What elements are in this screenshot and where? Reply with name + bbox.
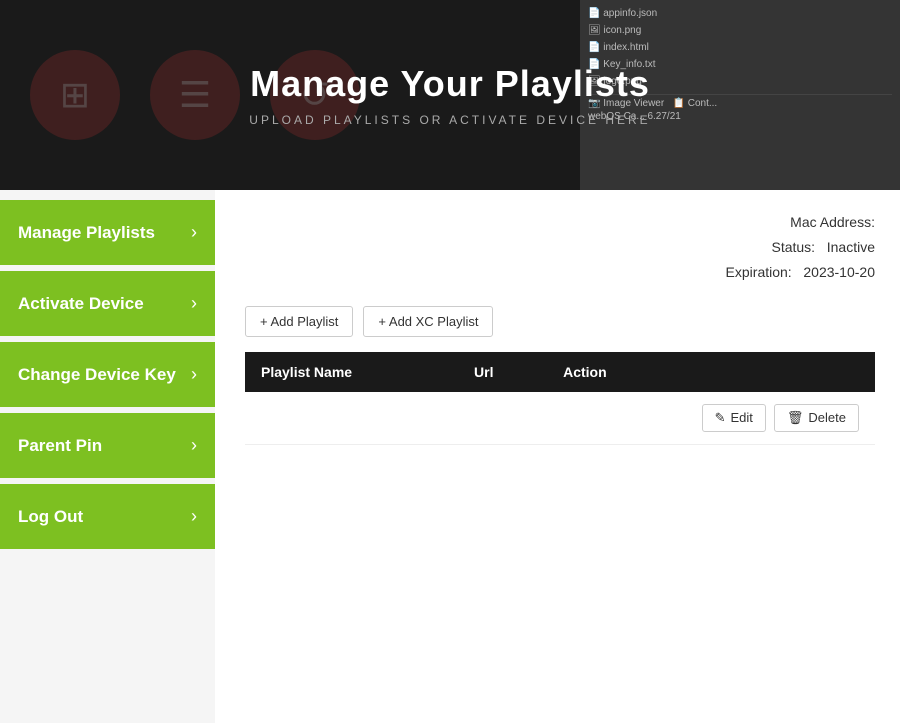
action-cell: ✎ Edit 🗑 Delete	[563, 404, 859, 432]
col-url: Url	[458, 352, 547, 392]
sidebar-label-change-device-key: Change Device Key	[18, 365, 176, 385]
expiration-line: Expiration: 2023-10-20	[245, 260, 875, 285]
trash-icon: 🗑	[787, 410, 804, 426]
content-area: Mac Address: Status: Inactive Expiration…	[215, 190, 900, 723]
chevron-right-icon: ›	[191, 506, 197, 527]
playlist-table: Playlist Name Url Action ✎ Edit	[245, 352, 875, 445]
mac-address-line: Mac Address:	[245, 210, 875, 235]
expiration-value: 2023-10-20	[803, 264, 875, 280]
action-buttons-row: + Add Playlist + Add XC Playlist	[245, 306, 875, 337]
header-icon-2: ☰	[150, 50, 240, 140]
chevron-right-icon: ›	[191, 435, 197, 456]
sidebar-item-change-device-key[interactable]: Change Device Key ›	[0, 342, 215, 407]
add-xc-playlist-button[interactable]: + Add XC Playlist	[363, 306, 493, 337]
chevron-right-icon: ›	[191, 222, 197, 243]
delete-button[interactable]: 🗑 Delete	[774, 404, 859, 432]
cell-action: ✎ Edit 🗑 Delete	[547, 392, 875, 445]
col-action: Action	[547, 352, 875, 392]
header-content: Manage Your Playlists UPLOAD PLAYLISTS O…	[249, 63, 650, 127]
edit-label: Edit	[731, 410, 753, 425]
sidebar-item-log-out[interactable]: Log Out ›	[0, 484, 215, 549]
status-line: Status: Inactive	[245, 235, 875, 260]
table-header-row: Playlist Name Url Action	[245, 352, 875, 392]
sidebar-item-activate-device[interactable]: Activate Device ›	[0, 271, 215, 336]
cell-url	[458, 392, 547, 445]
page-subtitle: UPLOAD PLAYLISTS OR ACTIVATE DEVICE HERE	[249, 113, 650, 127]
edit-button[interactable]: ✎ Edit	[702, 404, 766, 432]
delete-label: Delete	[808, 410, 846, 425]
expiration-label: Expiration:	[726, 264, 792, 280]
sidebar-item-parent-pin[interactable]: Parent Pin ›	[0, 413, 215, 478]
sidebar: Manage Playlists › Activate Device › Cha…	[0, 190, 215, 723]
table-row: ✎ Edit 🗑 Delete	[245, 392, 875, 445]
col-playlist-name: Playlist Name	[245, 352, 458, 392]
sidebar-item-manage-playlists[interactable]: Manage Playlists ›	[0, 200, 215, 265]
header-icon-1: ⊞	[30, 50, 120, 140]
add-playlist-button[interactable]: + Add Playlist	[245, 306, 353, 337]
chevron-right-icon: ›	[191, 364, 197, 385]
sidebar-label-log-out: Log Out	[18, 507, 83, 527]
edit-icon: ✎	[715, 410, 726, 426]
header: ⊞ ☰ ↺ 📄 appinfo.json 🖼 icon.png 📄 index.…	[0, 0, 900, 190]
chevron-right-icon: ›	[191, 293, 197, 314]
sidebar-label-activate-device: Activate Device	[18, 294, 144, 314]
cell-playlist-name	[245, 392, 458, 445]
page-title: Manage Your Playlists	[249, 63, 650, 105]
status-label: Status:	[771, 239, 815, 255]
device-info: Mac Address: Status: Inactive Expiration…	[245, 210, 875, 286]
mac-address-label: Mac Address:	[790, 214, 875, 230]
status-value: Inactive	[827, 239, 875, 255]
sidebar-label-parent-pin: Parent Pin	[18, 436, 102, 456]
main-layout: Manage Playlists › Activate Device › Cha…	[0, 190, 900, 723]
sidebar-label-manage-playlists: Manage Playlists	[18, 223, 155, 243]
